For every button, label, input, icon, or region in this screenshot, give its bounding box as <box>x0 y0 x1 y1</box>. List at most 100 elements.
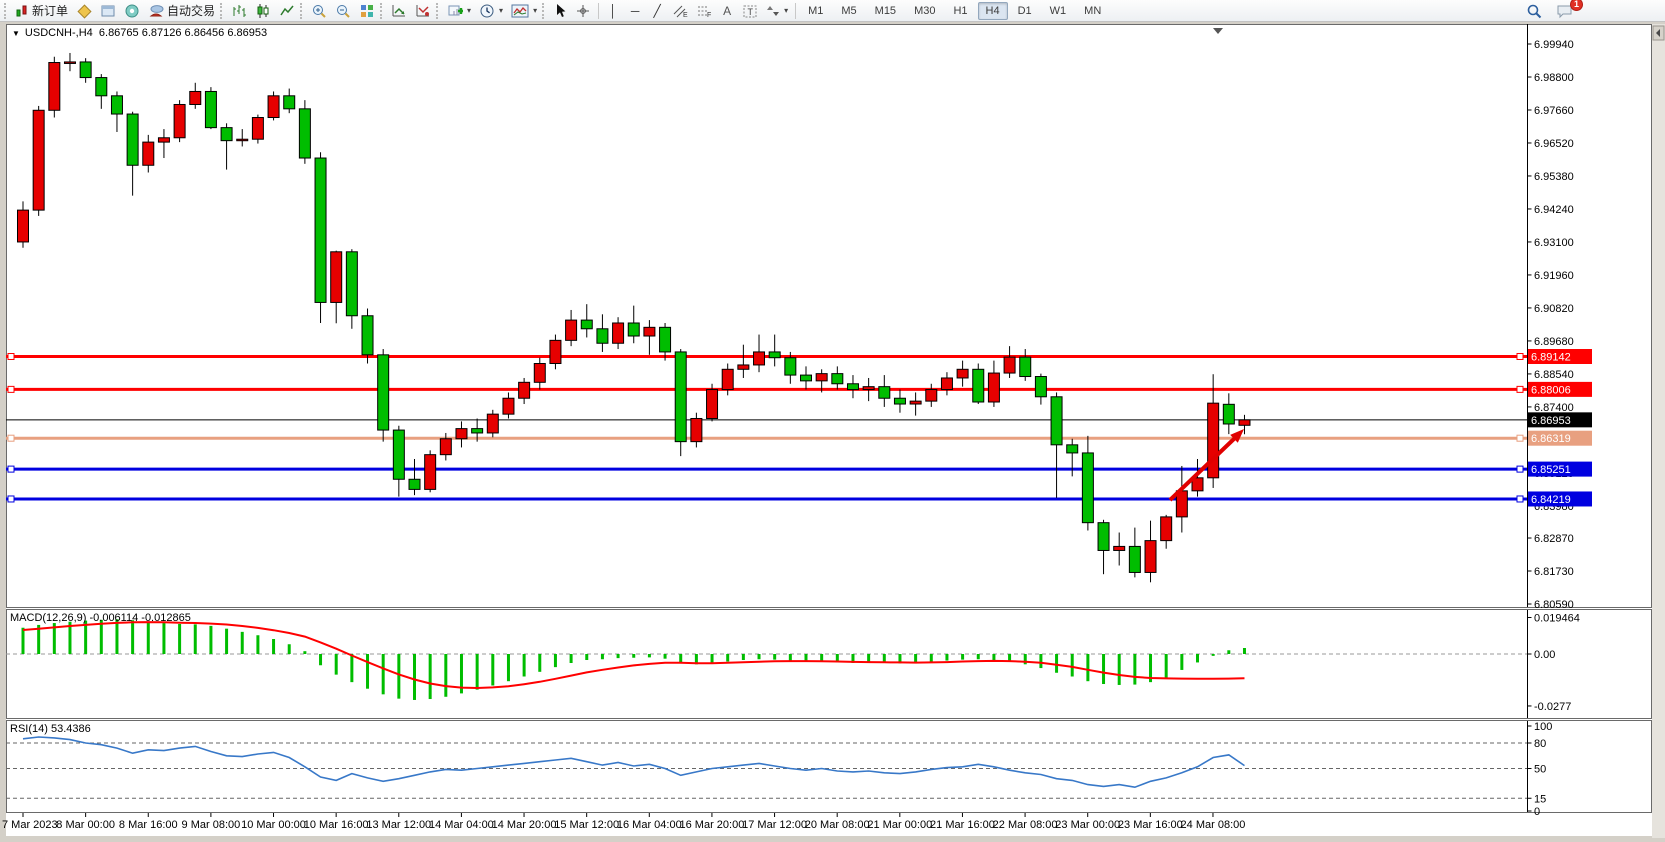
timeframe-m15-button[interactable]: M15 <box>867 2 904 20</box>
toolbar-separator <box>795 3 796 19</box>
chat-button[interactable]: 1 <box>1552 1 1578 21</box>
rsi-tick-label: 50 <box>1534 764 1546 776</box>
svg-text:6.85251: 6.85251 <box>1531 464 1571 476</box>
trendline-tool-button[interactable]: ╱ <box>646 1 668 21</box>
timeframe-h1-button[interactable]: H1 <box>945 2 975 20</box>
candle <box>33 106 44 216</box>
candle <box>675 349 686 456</box>
hline-handle[interactable] <box>8 466 14 472</box>
timeframe-m30-button[interactable]: M30 <box>906 2 943 20</box>
hline-handle[interactable] <box>1517 435 1523 441</box>
svg-text:F: F <box>707 12 711 18</box>
indicator-window-button[interactable] <box>411 1 435 21</box>
hline-handle[interactable] <box>1517 354 1523 360</box>
time-label: 7 Mar 2023 <box>2 819 58 831</box>
new-order-button[interactable]: 新订单 <box>11 1 72 21</box>
timeframe-m5-button[interactable]: M5 <box>833 2 864 20</box>
navigator-button[interactable] <box>120 1 144 21</box>
crosshair-tool-button[interactable] <box>571 1 595 21</box>
candlestick-button[interactable] <box>251 1 275 21</box>
arrows-icon <box>766 4 780 18</box>
trendline-icon: ╱ <box>653 5 660 17</box>
toolbar-right: 1 <box>1522 1 1578 21</box>
svg-text:6.86319: 6.86319 <box>1531 433 1571 445</box>
price-tick-label: 6.82870 <box>1534 533 1574 545</box>
hline-handle[interactable] <box>1517 386 1523 392</box>
dropdown-caret: ▾ <box>784 6 788 15</box>
template-button[interactable]: ▾ <box>507 1 541 21</box>
line-chart-icon <box>279 3 295 19</box>
navigator-icon <box>124 3 140 19</box>
time-label: 16 Mar 20:00 <box>680 819 745 831</box>
timeframe-h4-button[interactable]: H4 <box>978 2 1008 20</box>
line-chart-button[interactable] <box>275 1 299 21</box>
time-label: 13 Mar 12:00 <box>366 819 431 831</box>
channel-tool-button[interactable]: E <box>668 1 692 21</box>
time-label: 16 Mar 04:00 <box>617 819 682 831</box>
candle <box>707 384 718 422</box>
template-icon <box>511 3 529 19</box>
timeframe-mn-button[interactable]: MN <box>1076 2 1109 20</box>
time-label: 20 Mar 08:00 <box>805 819 870 831</box>
candlestick-icon <box>255 3 271 19</box>
toolbar-grip <box>542 3 546 19</box>
price-badge-6.84219: 6.84219 <box>1528 491 1592 506</box>
candle <box>174 100 185 142</box>
search-button[interactable] <box>1522 1 1546 21</box>
vertical-line-tool-button[interactable]: │ <box>602 1 624 21</box>
data-window-button[interactable] <box>96 1 120 21</box>
chart-canvas[interactable]: 6.999406.988006.976606.965206.953806.942… <box>0 0 1665 842</box>
market-watch-button[interactable] <box>72 1 96 21</box>
price-badge-6.86953: 6.86953 <box>1528 412 1592 427</box>
macd-name: MACD(12,26,9) <box>10 612 86 624</box>
timeframe-m1-button[interactable]: M1 <box>800 2 831 20</box>
chart-menu-caret[interactable]: ▼ <box>12 29 20 38</box>
macd-tick-label: 0.019464 <box>1534 612 1580 624</box>
hline-handle[interactable] <box>8 354 14 360</box>
rsi-tick-label: 15 <box>1534 793 1546 805</box>
period-button[interactable]: ▾ <box>475 1 507 21</box>
hline-handle[interactable] <box>8 435 14 441</box>
candle <box>315 152 326 323</box>
autotrading-icon <box>148 3 164 19</box>
time-label: 21 Mar 00:00 <box>867 819 932 831</box>
fibonacci-tool-button[interactable]: F <box>692 1 716 21</box>
panel-collapse-button[interactable] <box>1653 26 1664 40</box>
indicator-list-button[interactable] <box>387 1 411 21</box>
price-tick-label: 6.81730 <box>1534 566 1574 578</box>
hline-handle[interactable] <box>8 496 14 502</box>
hline-handle[interactable] <box>1517 466 1523 472</box>
text-tool-button[interactable]: A <box>716 1 738 21</box>
vertical-line-icon: │ <box>609 5 617 17</box>
cursor-tool-button[interactable] <box>549 1 571 21</box>
candle <box>268 91 279 120</box>
time-label: 9 Mar 08:00 <box>182 819 241 831</box>
price-badge-6.89142: 6.89142 <box>1528 349 1592 364</box>
svg-text:6.86953: 6.86953 <box>1531 415 1571 427</box>
zoom-out-button[interactable] <box>331 1 355 21</box>
data-window-icon <box>100 3 116 19</box>
macd-tick-label: -0.0277 <box>1534 701 1571 713</box>
zoom-in-button[interactable] <box>307 1 331 21</box>
time-label: 23 Mar 00:00 <box>1055 819 1120 831</box>
arrows-tool-button[interactable]: ▾ <box>762 1 792 21</box>
tile-windows-button[interactable] <box>355 1 379 21</box>
horizontal-line-tool-button[interactable]: ─ <box>624 1 646 21</box>
zoom-out-icon <box>335 3 351 19</box>
rsi-tick-label: 0 <box>1534 806 1540 818</box>
rsi-tick-label: 100 <box>1534 721 1552 733</box>
add-indicator-button[interactable]: ▾ <box>443 1 475 21</box>
toolbar-grip <box>300 3 304 19</box>
timeframe-w1-button[interactable]: W1 <box>1042 2 1075 20</box>
dropdown-caret: ▾ <box>533 6 537 15</box>
time-label: 8 Mar 16:00 <box>119 819 178 831</box>
time-label: 14 Mar 04:00 <box>429 819 494 831</box>
macd-signal-value: -0.012865 <box>141 612 191 624</box>
bar-chart-button[interactable] <box>227 1 251 21</box>
price-tick-label: 6.91960 <box>1534 270 1574 282</box>
hline-handle[interactable] <box>8 386 14 392</box>
label-tool-button[interactable]: T <box>738 1 762 21</box>
hline-handle[interactable] <box>1517 496 1523 502</box>
timeframe-d1-button[interactable]: D1 <box>1010 2 1040 20</box>
autotrading-button[interactable]: 自动交易 <box>144 1 219 21</box>
